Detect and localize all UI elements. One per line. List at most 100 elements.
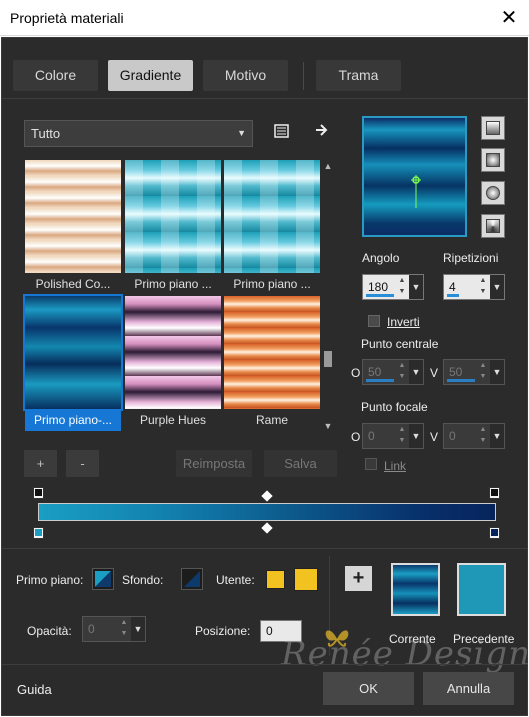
- angle-level-bar: [366, 294, 394, 297]
- chevron-down-icon[interactable]: ▼: [409, 275, 423, 299]
- chevron-down-icon[interactable]: ▼: [409, 360, 423, 384]
- add-gradient-button[interactable]: +: [24, 450, 57, 477]
- background-label: Sfondo:: [122, 573, 164, 587]
- center-v-spinner[interactable]: 50 ▲ ▼ ▼: [443, 359, 505, 385]
- background-gradient-icon: [184, 571, 200, 587]
- center-h-label: O: [351, 366, 361, 380]
- spinner-arrows-icon[interactable]: ▲ ▼: [395, 424, 409, 448]
- repeats-label: Ripetizioni: [443, 251, 499, 265]
- focal-v-value: 0: [449, 429, 456, 443]
- spinner-arrows-icon[interactable]: ▲ ▼: [395, 275, 409, 299]
- tab-motivo[interactable]: Motivo: [203, 60, 288, 91]
- gradient-stop-bottom-right[interactable]: [489, 527, 500, 539]
- spinner-arrows-icon[interactable]: ▲ ▼: [476, 360, 490, 384]
- focal-h-spinner[interactable]: 0 ▲ ▼ ▼: [362, 423, 424, 449]
- foreground-swatch[interactable]: [92, 568, 114, 590]
- radial-style-button[interactable]: [481, 214, 505, 238]
- radial-style-icon: [486, 219, 500, 233]
- close-icon[interactable]: ✕: [494, 4, 524, 32]
- center-h-spinner[interactable]: 50 ▲ ▼ ▼: [362, 359, 424, 385]
- butterfly-icon: [325, 630, 349, 647]
- user-label: Utente:: [216, 573, 255, 587]
- center-v-value: 50: [449, 365, 463, 379]
- gradient-preview[interactable]: [362, 116, 467, 237]
- swatch-image: [125, 160, 221, 273]
- angle-spinner[interactable]: 180 ▲ ▼ ▼: [362, 274, 424, 300]
- center-h-value: 50: [368, 365, 382, 379]
- opacity-spinner[interactable]: 0 ▲ ▼ ▼: [82, 616, 146, 642]
- chevron-down-icon[interactable]: ▼: [131, 617, 145, 641]
- library-icon[interactable]: [271, 123, 293, 143]
- scrollbar-thumb[interactable]: [324, 351, 332, 367]
- angle-value: 180: [368, 280, 389, 294]
- scroll-down-icon[interactable]: ▼: [322, 420, 334, 432]
- focal-h-label: O: [351, 430, 361, 444]
- chevron-down-icon[interactable]: ▼: [490, 275, 504, 299]
- gradient-swatch[interactable]: Primo piano ...: [224, 160, 320, 295]
- spinner-arrows-icon[interactable]: ▲ ▼: [395, 360, 409, 384]
- ok-button[interactable]: OK: [323, 672, 414, 705]
- center-h-level-bar: [366, 379, 394, 382]
- opacity-label: Opacità:: [27, 624, 72, 638]
- focal-v-spinner[interactable]: 0 ▲ ▼ ▼: [443, 423, 505, 449]
- gradient-editor-bar[interactable]: [38, 503, 496, 521]
- focal-point-label: Punto focale: [361, 400, 428, 414]
- user-color-swatch[interactable]: [266, 570, 285, 589]
- angle-label: Angolo: [362, 251, 400, 265]
- foreground-label: Primo piano:: [16, 573, 84, 587]
- center-point-label: Punto centrale: [361, 337, 439, 351]
- chevron-down-icon[interactable]: ▼: [490, 360, 504, 384]
- sunburst-style-button[interactable]: [481, 181, 505, 205]
- tab-colore[interactable]: Colore: [13, 60, 98, 91]
- gradient-stop-bottom-left[interactable]: [33, 527, 44, 539]
- link-checkbox[interactable]: [365, 458, 377, 470]
- center-v-level-bar: [447, 379, 475, 382]
- tab-trama[interactable]: Trama: [316, 60, 401, 91]
- tabbar-separator: [1, 98, 528, 99]
- previous-material-preview[interactable]: [457, 563, 506, 616]
- swatch-label: Primo piano ...: [224, 273, 320, 295]
- gradient-swatch[interactable]: Purple Hues: [125, 296, 221, 431]
- angle-handle-icon[interactable]: [364, 118, 465, 235]
- swatch-label: Rame: [224, 409, 320, 431]
- remove-gradient-button[interactable]: -: [66, 450, 99, 477]
- help-link[interactable]: Guida: [17, 682, 52, 697]
- swatch-label: Polished Co...: [25, 273, 121, 295]
- reset-button[interactable]: Reimposta: [176, 450, 252, 477]
- swatch-image: [25, 160, 121, 273]
- repeats-value: 4: [449, 280, 456, 294]
- cancel-button[interactable]: Annulla: [423, 672, 514, 705]
- chevron-down-icon[interactable]: ▼: [409, 424, 423, 448]
- opacity-value: 0: [88, 622, 95, 636]
- add-to-swatches-button[interactable]: +: [345, 566, 372, 591]
- gradient-swatch[interactable]: Polished Co...: [25, 160, 121, 295]
- stop-color: [491, 529, 498, 536]
- category-select-value: Tutto: [31, 126, 61, 141]
- swatch-label: Purple Hues: [125, 409, 221, 431]
- rectangular-style-icon: [486, 153, 500, 167]
- repeats-spinner[interactable]: 4 ▲ ▼ ▼: [443, 274, 505, 300]
- scroll-up-icon[interactable]: ▲: [322, 160, 334, 172]
- rectangular-style-button[interactable]: [481, 148, 505, 172]
- background-swatch[interactable]: [181, 568, 203, 590]
- category-select[interactable]: Tutto ▼: [24, 120, 253, 147]
- user-color-swatch-large[interactable]: [294, 568, 318, 591]
- gradient-swatch-selected[interactable]: Primo piano-...: [23, 294, 123, 431]
- gradient-swatch[interactable]: Primo piano ...: [125, 160, 221, 295]
- spinner-arrows-icon[interactable]: ▲ ▼: [476, 424, 490, 448]
- swatch-image: [224, 296, 320, 409]
- gradient-stop-top-left[interactable]: [33, 487, 44, 499]
- invert-checkbox[interactable]: [368, 315, 380, 327]
- gradient-stop-top-right[interactable]: [489, 487, 500, 499]
- watermark-logo: Renée Design: [281, 634, 529, 674]
- spinner-arrows-icon[interactable]: ▲ ▼: [117, 617, 131, 641]
- stop-color: [491, 489, 498, 496]
- arrow-right-icon[interactable]: [311, 122, 333, 142]
- chevron-down-icon[interactable]: ▼: [490, 424, 504, 448]
- focal-v-label: V: [430, 430, 439, 444]
- save-button[interactable]: Salva: [264, 450, 337, 477]
- tab-gradiente[interactable]: Gradiente: [108, 60, 193, 91]
- linear-style-button[interactable]: [481, 116, 505, 140]
- spinner-arrows-icon[interactable]: ▲ ▼: [476, 275, 490, 299]
- gradient-swatch[interactable]: Rame: [224, 296, 320, 431]
